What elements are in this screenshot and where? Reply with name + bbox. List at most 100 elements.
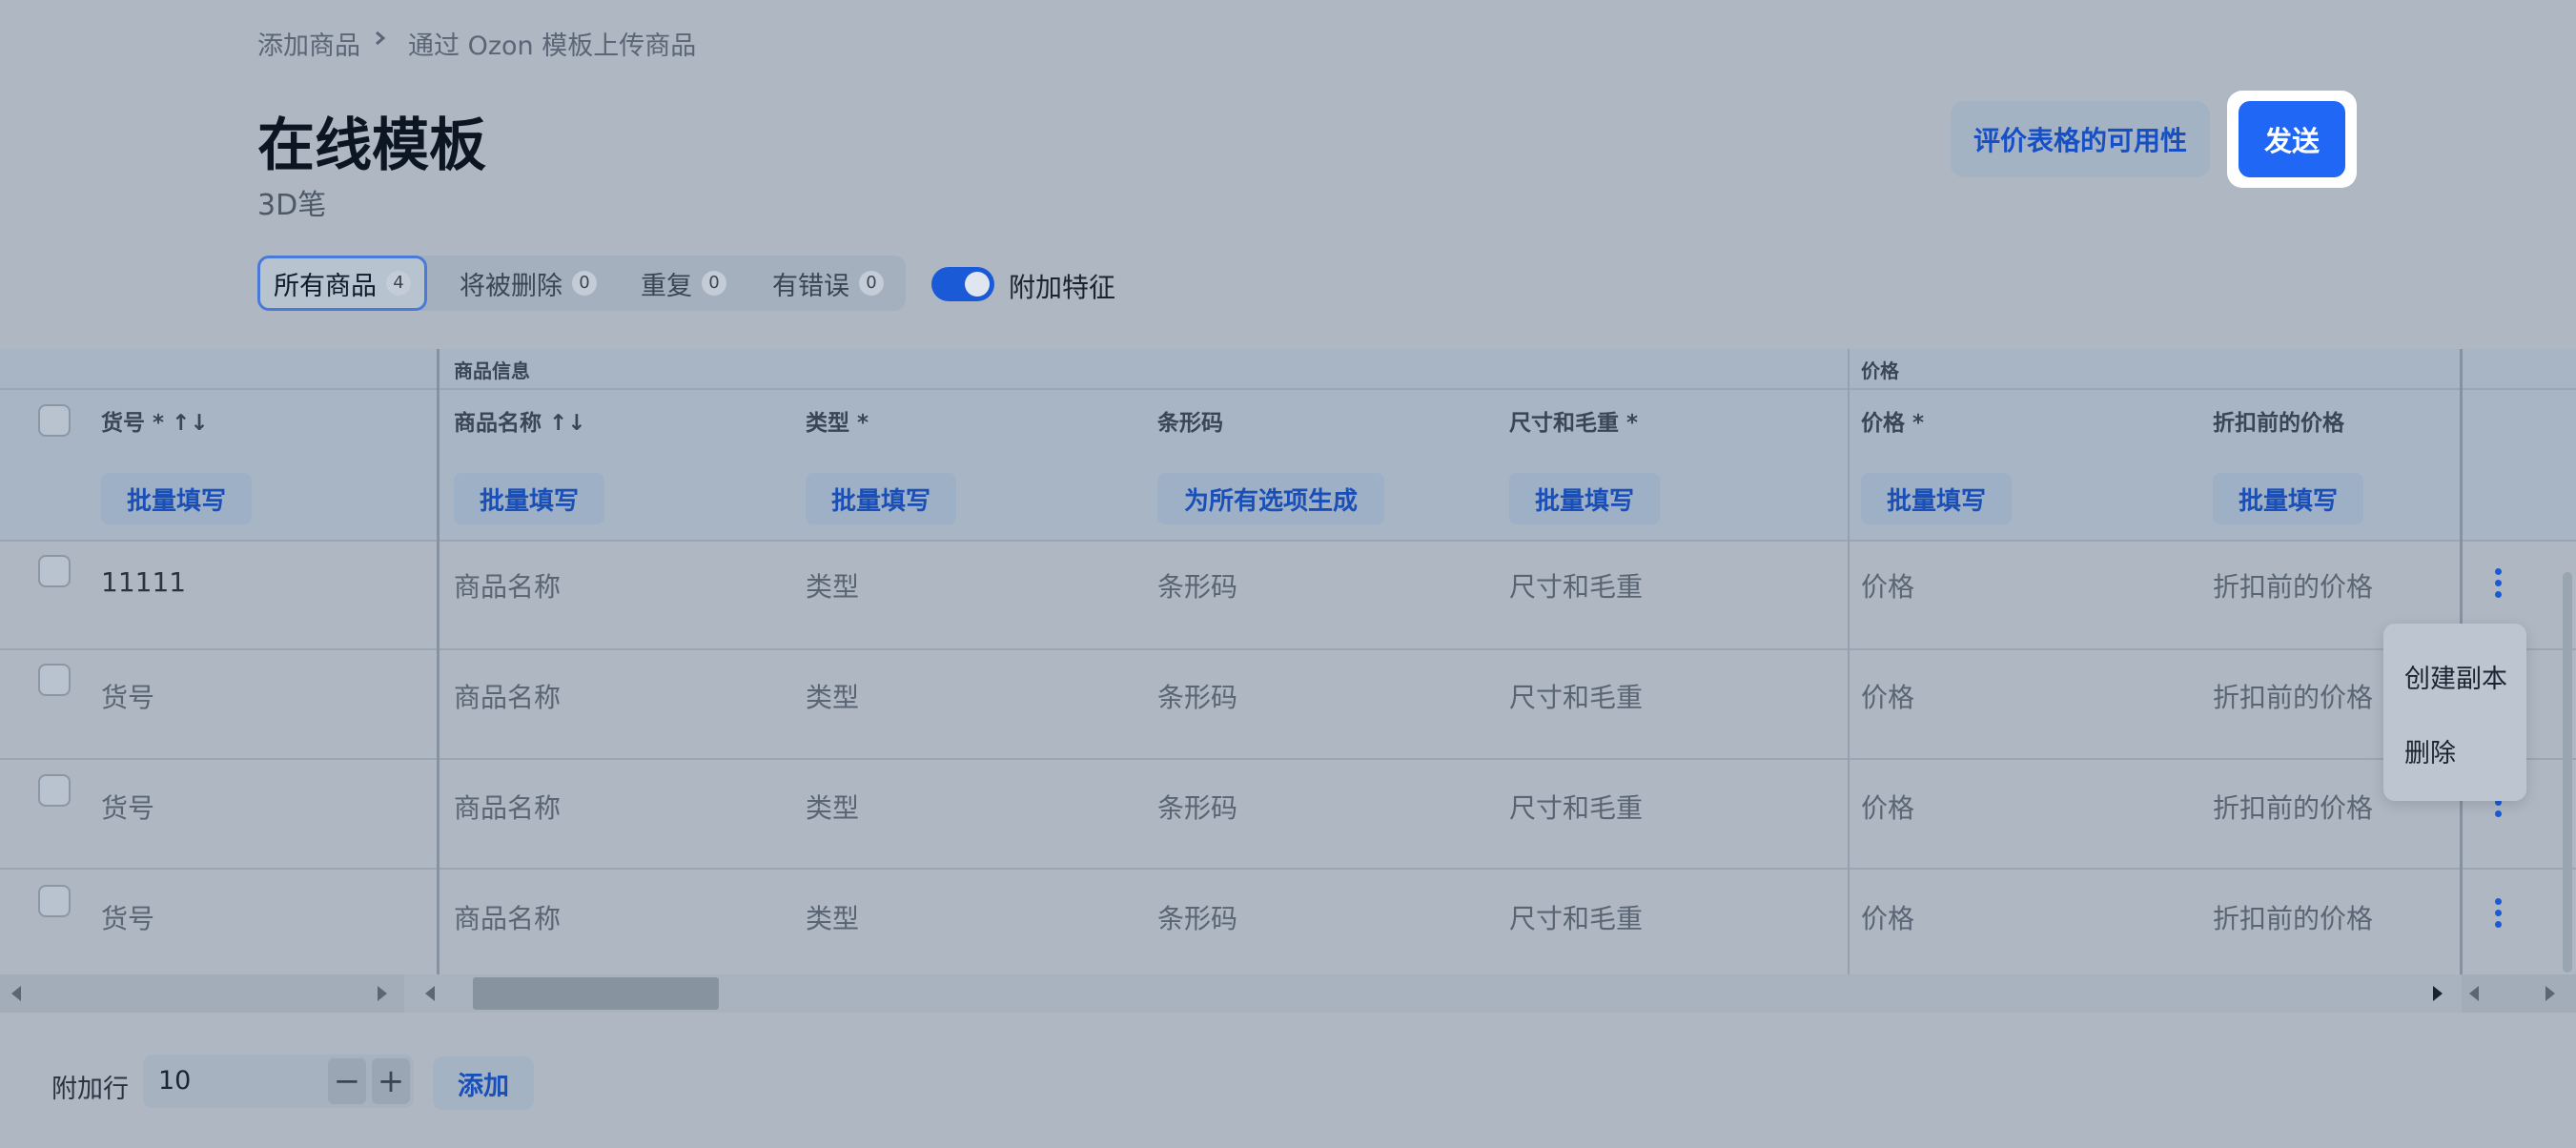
cell-old-price[interactable]: 折扣前的价格	[2213, 677, 2373, 715]
breadcrumb-parent[interactable]: 添加商品	[257, 25, 360, 62]
menu-item-duplicate[interactable]: 创建副本	[2404, 658, 2507, 695]
rows-quantity-value[interactable]: 10	[158, 1066, 191, 1096]
cell-dimensions[interactable]: 尺寸和毛重	[1509, 566, 1643, 605]
tab-count-badge: 0	[572, 271, 597, 296]
actions-scrollbar[interactable]	[2462, 974, 2576, 1013]
tab-errors[interactable]: 有错误 0	[772, 256, 884, 311]
cell-sku[interactable]: 货号	[101, 898, 154, 936]
cell-type[interactable]: 类型	[806, 677, 859, 715]
breadcrumb-current: 通过 Ozon 模板上传商品	[408, 31, 697, 61]
vertical-scrollbar[interactable]	[2563, 572, 2572, 973]
divider	[0, 388, 2576, 390]
extra-attributes-label: 附加特征	[1009, 272, 1116, 303]
column-header-old-price: 折扣前的价格	[2213, 411, 2344, 436]
group-divider	[1848, 349, 1850, 974]
frozen-column-divider	[437, 349, 440, 974]
divider	[0, 868, 2576, 870]
cell-name[interactable]: 商品名称	[454, 788, 561, 826]
row-checkbox[interactable]	[38, 555, 71, 587]
divider	[0, 758, 2576, 760]
send-button[interactable]: 发送	[2239, 101, 2345, 177]
cell-sku[interactable]: 货号	[101, 788, 154, 826]
cell-barcode[interactable]: 条形码	[1157, 566, 1237, 605]
column-header-barcode: 条形码	[1157, 411, 1223, 436]
extra-rows-label: 附加行	[51, 1075, 129, 1104]
cell-barcode[interactable]: 条形码	[1157, 788, 1237, 826]
scroll-right-icon[interactable]	[2545, 986, 2555, 1001]
scroll-left-icon[interactable]	[2469, 986, 2479, 1001]
cell-price[interactable]: 价格	[1861, 566, 1914, 605]
column-header-sku[interactable]: 货号 * ↑↓	[101, 404, 209, 437]
cell-name[interactable]: 商品名称	[454, 898, 561, 936]
cell-type[interactable]: 类型	[806, 788, 859, 826]
tab-duplicates[interactable]: 重复 0	[641, 256, 726, 311]
tab-label: 将被删除	[460, 271, 562, 301]
cell-dimensions[interactable]: 尺寸和毛重	[1509, 677, 1643, 715]
cell-sku[interactable]: 货号	[101, 677, 154, 715]
row-checkbox[interactable]	[38, 774, 71, 807]
tab-label: 有错误	[772, 271, 849, 301]
divider	[0, 648, 2576, 650]
group-product-info: 商品信息	[454, 359, 530, 382]
column-header-price: 价格 *	[1861, 411, 1925, 436]
bulk-fill-button[interactable]: 批量填写	[101, 473, 252, 524]
scroll-left-icon[interactable]	[425, 986, 435, 1001]
column-header-name[interactable]: 商品名称 ↑↓	[454, 404, 586, 437]
cell-sku[interactable]: 11111	[101, 566, 186, 598]
menu-item-delete[interactable]: 删除	[2404, 732, 2456, 769]
increment-button[interactable]: +	[372, 1058, 410, 1104]
cell-dimensions[interactable]: 尺寸和毛重	[1509, 788, 1643, 826]
toggle-knob	[965, 272, 990, 297]
column-header-type: 类型 *	[806, 411, 869, 436]
bulk-fill-button[interactable]: 批量填写	[2213, 473, 2363, 524]
send-button-highlight: 发送	[2227, 91, 2357, 188]
tab-to-be-deleted[interactable]: 将被删除 0	[460, 256, 597, 311]
column-label: 商品名称	[454, 411, 542, 436]
page-title: 在线模板	[257, 113, 486, 179]
cell-old-price[interactable]: 折扣前的价格	[2213, 788, 2373, 826]
tab-label: 所有商品	[274, 271, 377, 301]
row-context-menu	[2383, 624, 2526, 801]
cell-old-price[interactable]: 折扣前的价格	[2213, 566, 2373, 605]
sort-icon[interactable]: ↑↓	[549, 411, 586, 436]
cell-dimensions[interactable]: 尺寸和毛重	[1509, 898, 1643, 936]
cell-barcode[interactable]: 条形码	[1157, 677, 1237, 715]
generate-barcodes-button[interactable]: 为所有选项生成	[1157, 473, 1384, 524]
decrement-button[interactable]: −	[328, 1058, 366, 1104]
bulk-fill-button[interactable]: 批量填写	[1509, 473, 1660, 524]
cell-name[interactable]: 商品名称	[454, 566, 561, 605]
bulk-fill-button[interactable]: 批量填写	[454, 473, 604, 524]
row-menu-icon[interactable]	[2488, 568, 2507, 603]
tab-label: 重复	[641, 271, 692, 301]
select-all-checkbox[interactable]	[38, 404, 71, 437]
sort-icon[interactable]: ↑↓	[172, 411, 209, 436]
bulk-fill-button[interactable]: 批量填写	[806, 473, 956, 524]
scroll-right-icon[interactable]	[378, 986, 387, 1001]
cell-type[interactable]: 类型	[806, 566, 859, 605]
evaluate-usability-button[interactable]: 评价表格的可用性	[1951, 101, 2210, 177]
chevron-right-icon	[376, 31, 386, 46]
cell-price[interactable]: 价格	[1861, 677, 1914, 715]
page-subtitle: 3D笔	[257, 189, 327, 222]
add-rows-button[interactable]: 添加	[433, 1056, 534, 1110]
cell-barcode[interactable]: 条形码	[1157, 898, 1237, 936]
row-checkbox[interactable]	[38, 664, 71, 696]
row-checkbox[interactable]	[38, 885, 71, 917]
cell-type[interactable]: 类型	[806, 898, 859, 936]
scroll-right-icon[interactable]	[2433, 986, 2443, 1001]
divider	[0, 540, 2576, 542]
cell-name[interactable]: 商品名称	[454, 677, 561, 715]
cell-price[interactable]: 价格	[1861, 898, 1914, 936]
bulk-fill-button[interactable]: 批量填写	[1861, 473, 2012, 524]
column-label: 货号 *	[101, 411, 165, 436]
tab-all-products[interactable]: 所有商品 4	[257, 256, 427, 311]
cell-old-price[interactable]: 折扣前的价格	[2213, 898, 2373, 936]
scrollbar-thumb[interactable]	[473, 977, 719, 1010]
tab-count-badge: 4	[386, 271, 411, 296]
extra-attributes-toggle[interactable]	[931, 267, 994, 301]
scroll-left-icon[interactable]	[11, 986, 21, 1001]
row-menu-icon[interactable]	[2488, 898, 2507, 933]
tab-count-badge: 0	[859, 271, 884, 296]
frozen-scrollbar[interactable]	[0, 974, 404, 1013]
cell-price[interactable]: 价格	[1861, 788, 1914, 826]
